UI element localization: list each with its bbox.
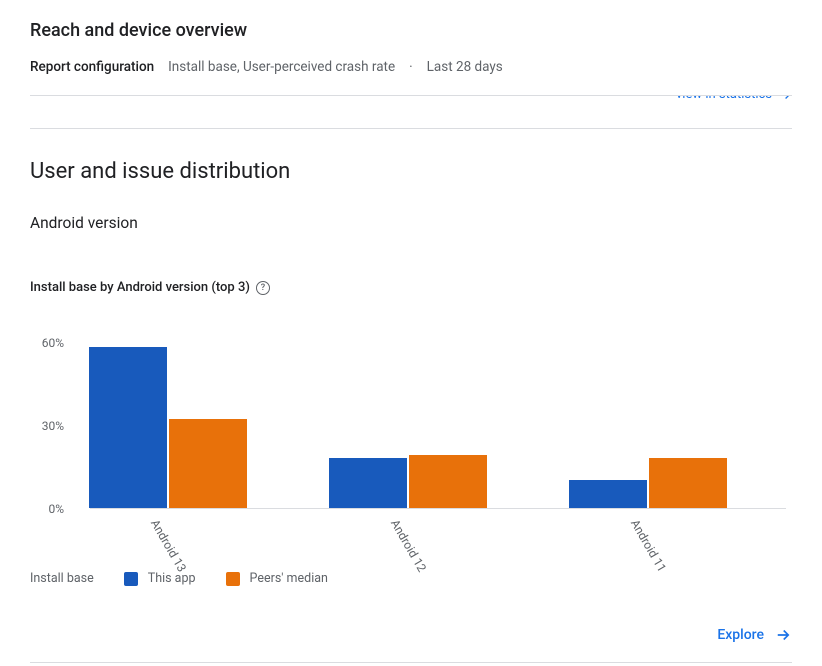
- chart-title-row: Install base by Android version (top 3) …: [30, 280, 792, 295]
- explore-link[interactable]: Explore: [717, 626, 792, 644]
- subsection-title: Android version: [30, 214, 792, 232]
- chart-plot: [90, 329, 786, 509]
- page-title: Reach and device overview: [30, 20, 792, 41]
- chart-area: 0%30%60%: [30, 329, 792, 509]
- x-axis: Android 13Android 12Android 11: [90, 509, 792, 567]
- legend: Install base This app Peers' median: [30, 571, 792, 586]
- section-title: User and issue distribution: [30, 159, 792, 184]
- x-tick-label: Android 12: [388, 517, 429, 574]
- legend-caption: Install base: [30, 571, 94, 586]
- report-config-row: Report configuration Install base, User-…: [30, 59, 792, 96]
- separator-dot: ·: [409, 59, 413, 75]
- help-icon[interactable]: ?: [256, 281, 270, 295]
- bar-peers-median: [169, 419, 247, 508]
- legend-swatch-peers-median: [226, 572, 240, 586]
- bar-this-app: [89, 347, 167, 508]
- y-tick: 30%: [30, 419, 64, 433]
- chart-title: Install base by Android version (top 3): [30, 280, 250, 295]
- bar-this-app: [569, 480, 647, 508]
- x-tick-label: Android 13: [148, 517, 189, 574]
- y-tick: 0%: [30, 502, 64, 516]
- report-config-value: Install base, User-perceived crash rate: [168, 59, 395, 75]
- report-config-label[interactable]: Report configuration: [30, 59, 154, 75]
- divider: [30, 128, 792, 129]
- bar-group: [568, 458, 728, 508]
- bar-this-app: [329, 458, 407, 508]
- legend-label-peers-median: Peers' median: [250, 571, 328, 586]
- bar-peers-median: [649, 458, 727, 508]
- x-tick-label: Android 11: [628, 517, 669, 574]
- bar-peers-median: [409, 455, 487, 508]
- legend-label-this-app: This app: [148, 571, 196, 586]
- arrow-right-icon: [774, 626, 792, 644]
- arrow-right-icon: [778, 96, 792, 102]
- view-in-statistics-link[interactable]: view in statistics: [676, 96, 792, 102]
- report-time-range: Last 28 days: [427, 59, 503, 75]
- legend-swatch-this-app: [124, 572, 138, 586]
- divider: [30, 662, 792, 663]
- bar-group: [328, 455, 488, 508]
- y-axis: 0%30%60%: [30, 329, 70, 509]
- y-tick: 60%: [30, 336, 64, 350]
- bar-group: [88, 347, 248, 508]
